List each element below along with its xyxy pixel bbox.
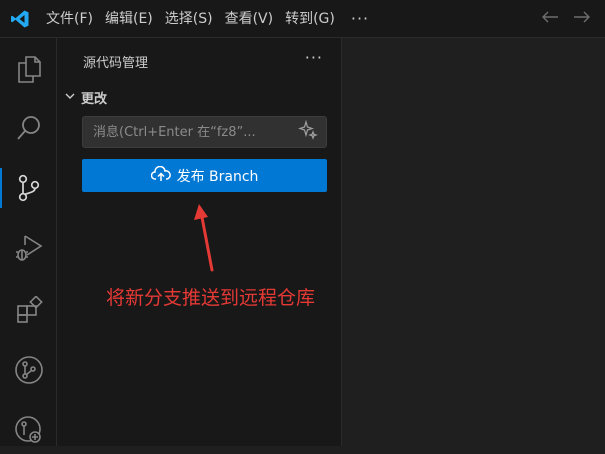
changes-section-header[interactable]: 更改 [63, 88, 107, 107]
panel-title: 源代码管理 [83, 56, 149, 71]
title-bar: 文件(F) 编辑(E) 选择(S) 查看(V) 转到(G) ··· [0, 0, 605, 38]
source-control-panel: 源代码管理 ··· 更改 发布 Branch [57, 38, 342, 446]
run-debug-icon[interactable] [0, 224, 57, 272]
arrow-right-icon[interactable] [573, 10, 591, 28]
panel-more-button[interactable]: ··· [305, 48, 323, 67]
remote-icon[interactable] [0, 406, 57, 454]
menu-view[interactable]: 查看(V) [219, 6, 280, 32]
extensions-icon[interactable] [0, 286, 57, 334]
annotation-text: 将新分支推送到远程仓库 [106, 287, 316, 309]
menu-more-button[interactable]: ··· [341, 6, 379, 32]
navigation-controls [541, 0, 591, 38]
chevron-down-icon [63, 89, 77, 107]
cloud-upload-icon [150, 165, 171, 186]
menu-edit[interactable]: 编辑(E) [99, 6, 159, 32]
git-graph-icon[interactable] [0, 346, 57, 394]
publish-branch-label: 发布 Branch [176, 168, 259, 185]
arrow-left-icon[interactable] [541, 10, 559, 28]
source-control-icon[interactable] [0, 164, 57, 212]
menu-go[interactable]: 转到(G) [279, 6, 341, 32]
vscode-logo-icon [0, 0, 40, 38]
menu-file[interactable]: 文件(F) [40, 6, 99, 32]
menu-bar: 文件(F) 编辑(E) 选择(S) 查看(V) 转到(G) ··· [40, 0, 379, 37]
changes-section-label: 更改 [81, 92, 108, 107]
activity-bar [0, 38, 57, 446]
explorer-icon[interactable] [0, 45, 57, 93]
commit-message-input[interactable] [91, 123, 298, 141]
editor-area [342, 38, 605, 446]
commit-message-field[interactable] [82, 116, 327, 148]
sparkle-icon[interactable] [297, 119, 318, 144]
menu-selection[interactable]: 选择(S) [159, 6, 219, 32]
search-icon[interactable] [0, 104, 57, 152]
publish-branch-button[interactable]: 发布 Branch [82, 159, 327, 192]
